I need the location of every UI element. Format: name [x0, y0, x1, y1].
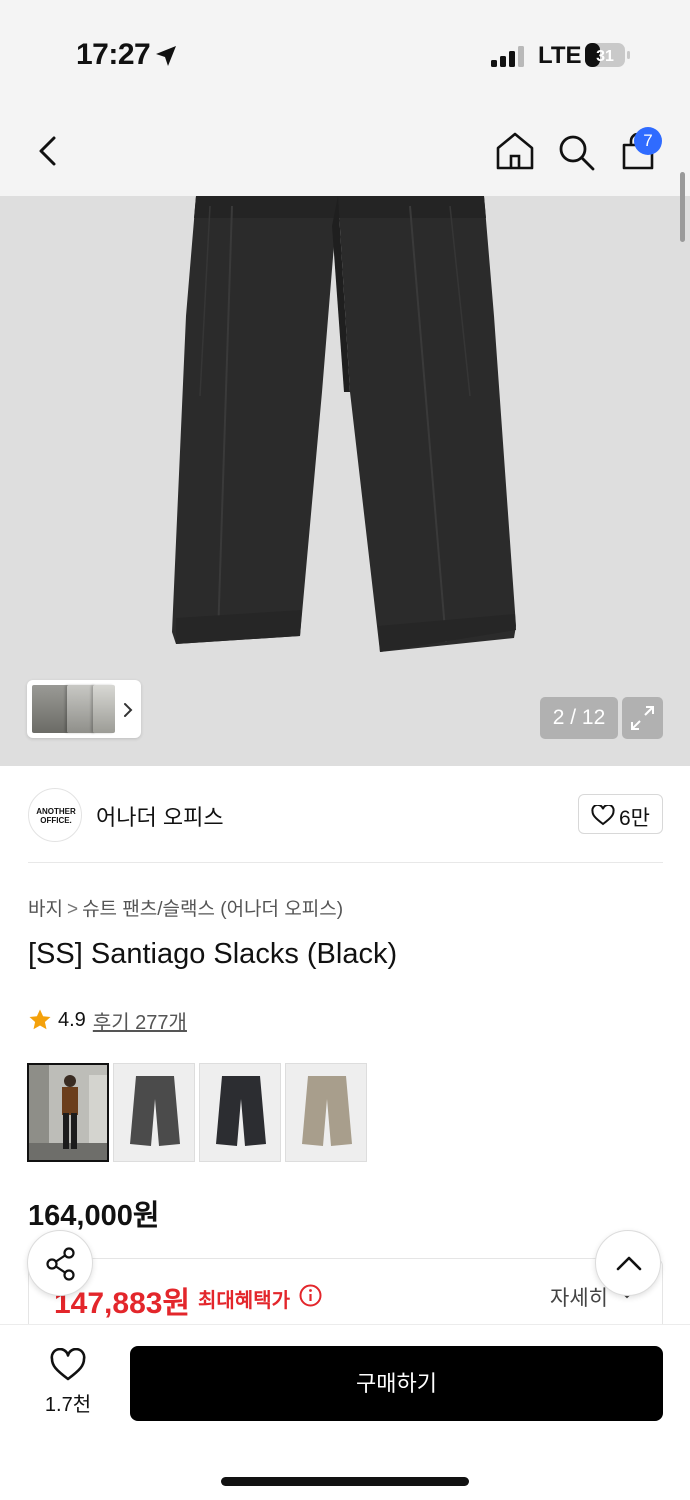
status-time: 17:27 — [76, 38, 151, 71]
gallery-counter: 2 / 12 — [540, 697, 618, 739]
heart-icon[interactable] — [50, 1348, 86, 1382]
search-icon[interactable] — [556, 132, 596, 172]
brand-logo-line-2: OFFICE. — [40, 816, 72, 825]
model-photo — [29, 1065, 107, 1160]
variant-thumb-black[interactable] — [199, 1063, 281, 1162]
chevron-right-icon[interactable] — [122, 701, 134, 719]
max-benefit-label: 최대혜택가 — [198, 1290, 290, 1312]
chevron-up-icon — [616, 1256, 642, 1271]
location-arrow-icon — [156, 46, 176, 66]
battery-icon: 31 — [585, 43, 630, 67]
black-slacks-thumb — [200, 1064, 280, 1161]
cart-count-badge: 7 — [634, 127, 662, 155]
buy-button[interactable]: 구매하기 — [130, 1346, 663, 1421]
brand-name[interactable]: 어나더 오피스 — [96, 800, 224, 832]
battery-level: 31 — [596, 48, 614, 65]
beige-slacks-thumb — [286, 1064, 366, 1161]
scroll-indicator — [680, 172, 685, 242]
info-icon[interactable] — [299, 1284, 322, 1307]
breadcrumb: 바지 > 슈트 팬츠/슬랙스 (어나더 오피스) — [28, 894, 343, 921]
home-icon[interactable] — [494, 130, 536, 172]
variant-thumb-model[interactable] — [27, 1063, 109, 1162]
breadcrumb-separator: > — [66, 899, 79, 920]
rating-score: 4.9 — [58, 1008, 86, 1031]
variant-thumb-charcoal[interactable] — [113, 1063, 195, 1162]
scroll-top-button[interactable] — [595, 1230, 661, 1296]
product-title: [SS] Santiago Slacks (Black) — [28, 938, 398, 970]
network-label: LTE — [538, 42, 582, 69]
product-price: 164,000원 — [28, 1200, 160, 1232]
divider — [28, 862, 663, 863]
like-count: 1.7천 — [44, 1394, 92, 1416]
expand-icon — [631, 706, 654, 730]
signal-icon — [491, 46, 524, 67]
home-indicator — [221, 1477, 469, 1486]
back-icon[interactable] — [30, 130, 66, 172]
heart-icon — [591, 805, 615, 826]
share-icon — [46, 1247, 75, 1281]
review-count-link[interactable]: 후기 277개 — [93, 1006, 187, 1035]
brand-logo[interactable]: ANOTHER OFFICE. — [28, 788, 82, 842]
rating-row: 4.9 후기 277개 — [28, 1006, 187, 1034]
breadcrumb-item[interactable]: 바지 — [28, 899, 63, 920]
expand-button[interactable] — [622, 697, 663, 739]
brand-like-count: 6만 — [619, 807, 650, 830]
gallery-thumb — [93, 685, 115, 733]
share-button[interactable] — [27, 1230, 93, 1296]
star-icon — [29, 1009, 51, 1030]
brand-logo-line-1: ANOTHER — [36, 807, 76, 816]
charcoal-slacks-thumb — [114, 1064, 194, 1161]
breadcrumb-item[interactable]: 슈트 팬츠/슬랙스 (어나더 오피스) — [82, 899, 343, 920]
variant-thumb-beige[interactable] — [285, 1063, 367, 1162]
brand-like-button[interactable]: 6만 — [578, 794, 663, 834]
